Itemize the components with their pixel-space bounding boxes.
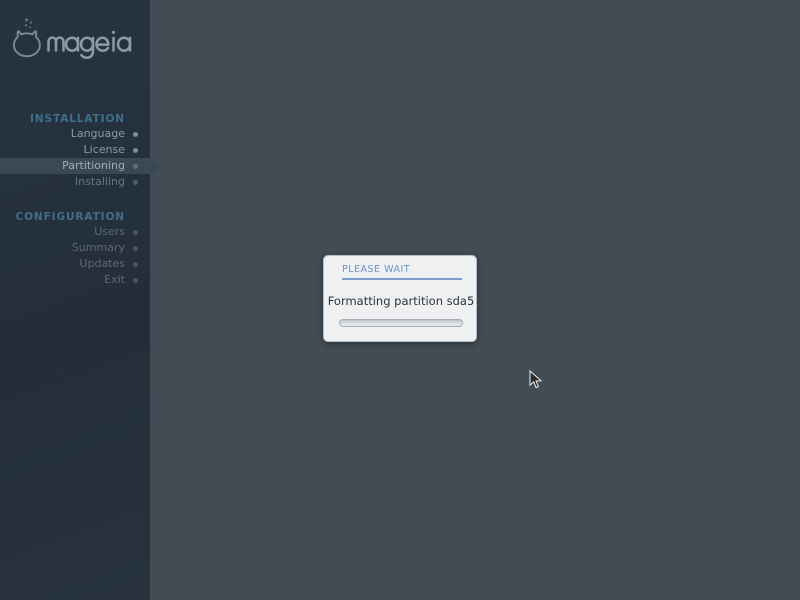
installer-screen: INSTALLATION Language License Partitioni…	[0, 0, 800, 600]
status-dot-icon	[133, 246, 138, 251]
sidebar-item-label: Partitioning	[62, 159, 125, 172]
dialog-title: PLEASE WAIT	[342, 264, 411, 275]
status-dot-icon	[133, 180, 138, 185]
sidebar-item-license[interactable]: License	[0, 142, 150, 158]
sidebar-item-label: License	[83, 143, 125, 156]
sidebar-item-updates[interactable]: Updates	[0, 256, 150, 272]
sidebar-item-users[interactable]: Users	[0, 224, 150, 240]
sidebar-item-installing[interactable]: Installing	[0, 174, 150, 190]
mageia-logo-icon	[12, 18, 132, 60]
please-wait-dialog: PLEASE WAIT Formatting partition sda5	[323, 255, 477, 342]
dialog-title-divider	[342, 278, 462, 280]
sidebar-item-label: Summary	[71, 241, 125, 254]
mageia-logo	[12, 16, 144, 60]
sidebar-item-label: Installing	[74, 175, 125, 188]
sidebar-item-label: Language	[70, 127, 125, 140]
dialog-message: Formatting partition sda5	[327, 294, 475, 308]
sidebar-item-partitioning[interactable]: Partitioning	[0, 158, 161, 174]
sidebar-item-language[interactable]: Language	[0, 126, 150, 142]
status-dot-icon	[133, 148, 138, 153]
sidebar: INSTALLATION Language License Partitioni…	[0, 0, 161, 600]
sidebar-item-exit[interactable]: Exit	[0, 272, 150, 288]
progress-bar	[339, 319, 463, 327]
main-content-panel	[252, 99, 707, 497]
sidebar-group-configuration: CONFIGURATION Users Summary Updates Exit	[0, 210, 150, 288]
sidebar-item-label: Users	[94, 225, 125, 238]
status-dot-icon	[133, 230, 138, 235]
status-dot-icon	[133, 132, 138, 137]
sidebar-group-title-configuration: CONFIGURATION	[15, 211, 125, 223]
sidebar-group-installation: INSTALLATION Language License Partitioni…	[0, 112, 161, 190]
sidebar-group-title-installation: INSTALLATION	[29, 113, 125, 125]
sidebar-item-summary[interactable]: Summary	[0, 240, 150, 256]
status-dot-icon	[133, 262, 138, 267]
status-dot-icon	[133, 278, 138, 283]
sidebar-item-label: Updates	[79, 257, 125, 270]
sidebar-item-label: Exit	[104, 273, 125, 286]
status-dot-icon	[133, 164, 138, 169]
